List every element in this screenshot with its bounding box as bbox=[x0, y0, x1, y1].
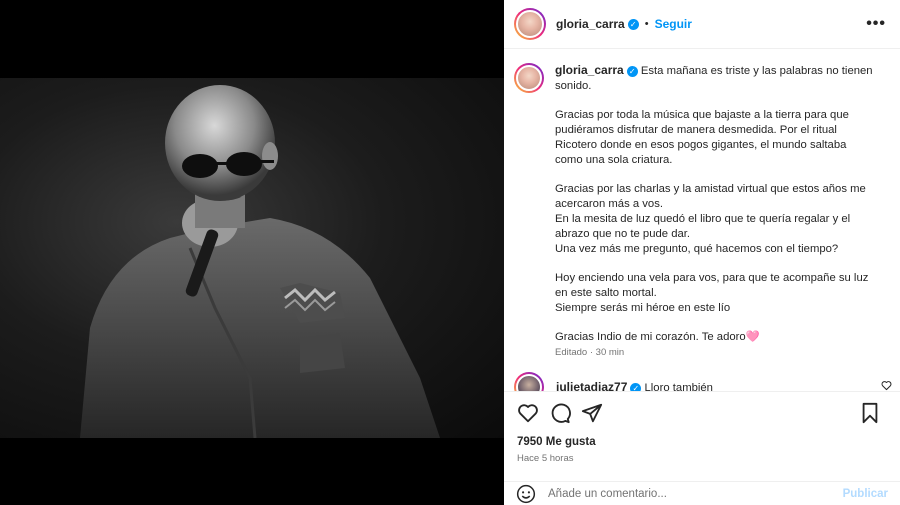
verified-icon: ✓ bbox=[627, 18, 639, 30]
share-icon[interactable] bbox=[580, 401, 604, 425]
more-icon[interactable]: ••• bbox=[866, 15, 886, 33]
caption-avatar-image bbox=[516, 65, 542, 91]
bookmark-icon[interactable] bbox=[858, 401, 882, 425]
caption-author-avatar[interactable] bbox=[514, 63, 544, 93]
comments-area[interactable]: gloria_carra ✓ Esta mañana es triste y la… bbox=[504, 49, 900, 391]
post-actions-bar bbox=[504, 391, 900, 434]
post-media-panel bbox=[0, 0, 504, 505]
caption-paragraph-5: Una vez más me pregunto, qué hacemos con… bbox=[555, 243, 839, 255]
separator-dot: • bbox=[644, 18, 649, 30]
post-time: Hace 5 horas bbox=[517, 453, 574, 464]
commenter-avatar-image bbox=[516, 374, 542, 391]
post-header: gloria_carra ✓ • Seguir ••• bbox=[504, 0, 900, 49]
caption-paragraph-3: Gracias por las charlas y la amistad vir… bbox=[555, 183, 866, 210]
verified-icon: ✓ bbox=[630, 383, 642, 391]
caption: gloria_carra ✓ Esta mañana es triste y la… bbox=[555, 63, 875, 360]
commenter-avatar[interactable] bbox=[514, 372, 544, 391]
caption-author-username[interactable]: gloria_carra bbox=[555, 63, 624, 77]
likes-count[interactable]: 7950 Me gusta bbox=[517, 436, 596, 448]
comment-icon[interactable] bbox=[548, 401, 572, 425]
author-avatar[interactable] bbox=[514, 8, 546, 40]
heart-icon[interactable] bbox=[516, 401, 540, 425]
post-photo[interactable] bbox=[0, 78, 504, 438]
comment-input[interactable]: Añade un comentario... bbox=[548, 488, 667, 500]
caption-row: gloria_carra ✓ Esta mañana es triste y la… bbox=[514, 63, 886, 360]
comment-composer: Añade un comentario... Publicar bbox=[504, 481, 900, 505]
verified-icon: ✓ bbox=[626, 66, 638, 77]
post-side-panel: gloria_carra ✓ • Seguir ••• gloria_carra… bbox=[504, 0, 900, 505]
comment-text-block: julietadiaz77 ✓ Lloro también bbox=[556, 380, 713, 391]
caption-paragraph-8: Gracias Indio de mi corazón. Te adoro🩷 bbox=[555, 331, 760, 343]
comment-text: Lloro también bbox=[644, 382, 713, 391]
emoji-icon[interactable] bbox=[516, 484, 536, 504]
caption-paragraph-4: En la mesita de luz quedó el libro que t… bbox=[555, 213, 851, 240]
edited-timestamp: Editado · 30 min bbox=[555, 347, 625, 358]
author-username[interactable]: gloria_carra bbox=[556, 17, 625, 31]
commenter-username[interactable]: julietadiaz77 bbox=[556, 380, 627, 391]
caption-paragraph-2: Gracias por toda la música que bajaste a… bbox=[555, 109, 849, 166]
caption-paragraph-1: gloria_carra ✓ Esta mañana es triste y la… bbox=[555, 63, 875, 94]
follow-button[interactable]: Seguir bbox=[655, 17, 692, 31]
singer-silhouette bbox=[80, 85, 440, 438]
comment-item: julietadiaz77 ✓ Lloro también bbox=[514, 372, 886, 391]
caption-paragraph-7: Siempre serás mi héroe en este lío bbox=[555, 302, 731, 314]
comment-like-heart-icon[interactable] bbox=[881, 380, 892, 391]
publish-button[interactable]: Publicar bbox=[843, 488, 888, 500]
author-avatar-image bbox=[516, 10, 544, 38]
caption-paragraph-6: Hoy enciendo una vela para vos, para que… bbox=[555, 272, 869, 299]
